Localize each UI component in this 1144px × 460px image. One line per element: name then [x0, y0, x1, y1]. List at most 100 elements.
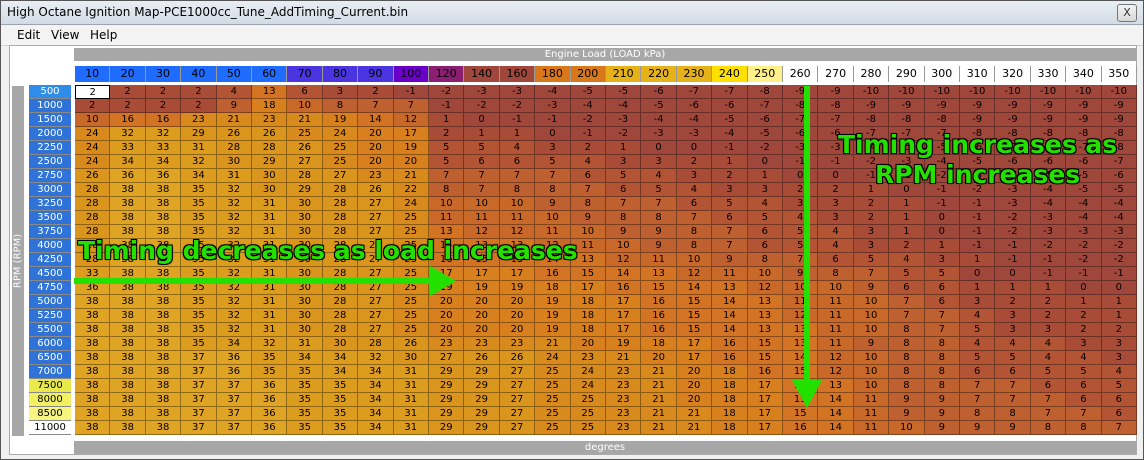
map-cell[interactable]: 34 — [181, 169, 217, 183]
map-cell[interactable]: 4 — [216, 85, 252, 99]
map-cell[interactable]: 6 — [1066, 379, 1102, 393]
map-cell[interactable]: 1 — [1101, 309, 1137, 323]
map-cell[interactable]: 18 — [712, 365, 748, 379]
map-cell[interactable]: 23 — [499, 337, 536, 351]
map-cell[interactable]: 2 — [75, 85, 111, 99]
map-cell[interactable]: 16 — [641, 323, 677, 337]
map-cell[interactable]: 9 — [960, 421, 996, 435]
map-cell[interactable]: 3 — [853, 225, 890, 239]
map-cell[interactable]: 1 — [606, 141, 642, 155]
map-cell[interactable]: 25 — [287, 127, 323, 141]
map-cell[interactable]: 9 — [535, 197, 571, 211]
map-cell[interactable]: 5 — [1030, 365, 1067, 379]
map-cell[interactable]: 17 — [747, 421, 783, 435]
map-cell[interactable]: 9 — [924, 393, 960, 407]
map-cell[interactable]: 26 — [252, 127, 288, 141]
map-cell[interactable]: -9 — [1101, 99, 1137, 113]
map-cell[interactable]: 34 — [322, 351, 359, 365]
map-cell[interactable]: 14 — [712, 323, 748, 337]
map-cell[interactable]: 3 — [818, 211, 854, 225]
map-cell[interactable]: 7 — [358, 99, 394, 113]
map-cell[interactable]: 32 — [181, 155, 217, 169]
map-cell[interactable]: 7 — [1030, 407, 1067, 421]
map-cell[interactable]: 3 — [535, 141, 571, 155]
map-cell[interactable]: 36 — [216, 351, 252, 365]
map-cell[interactable]: 23 — [570, 351, 606, 365]
map-cell[interactable]: 7 — [1030, 393, 1067, 407]
map-cell[interactable]: -10 — [1066, 85, 1102, 99]
map-cell[interactable]: 35 — [181, 267, 217, 281]
map-cell[interactable]: 9 — [995, 421, 1031, 435]
map-cell[interactable]: 5 — [889, 267, 925, 281]
map-cell[interactable]: 6 — [676, 197, 713, 211]
map-cell[interactable]: 12 — [818, 351, 854, 365]
map-cell[interactable]: 10 — [75, 113, 111, 127]
map-cell[interactable]: 25 — [535, 365, 571, 379]
map-cell[interactable]: 38 — [75, 365, 111, 379]
map-cell[interactable]: 7 — [712, 225, 748, 239]
map-cell[interactable]: 35 — [322, 379, 359, 393]
map-cell[interactable]: 17 — [676, 337, 713, 351]
map-cell[interactable]: 34 — [358, 421, 394, 435]
map-cell[interactable]: 9 — [216, 99, 252, 113]
map-cell[interactable]: 8 — [322, 99, 359, 113]
map-cell[interactable]: 32 — [216, 197, 252, 211]
map-cell[interactable]: 25 — [393, 323, 429, 337]
map-cell[interactable]: 1 — [889, 211, 925, 225]
map-cell[interactable]: 7 — [570, 183, 606, 197]
map-cell[interactable]: 27 — [499, 421, 536, 435]
map-cell[interactable]: 18 — [712, 393, 748, 407]
map-cell[interactable]: 36 — [252, 379, 288, 393]
map-cell[interactable]: 5 — [429, 141, 465, 155]
map-cell[interactable]: 23 — [606, 393, 642, 407]
map-cell[interactable]: -3 — [1030, 225, 1067, 239]
map-cell[interactable]: 36 — [110, 169, 146, 183]
map-cell[interactable]: -7 — [747, 99, 783, 113]
map-cell[interactable]: 33 — [75, 267, 111, 281]
map-cell[interactable]: -9 — [1030, 113, 1067, 127]
map-cell[interactable]: 7 — [606, 197, 642, 211]
map-cell[interactable]: 14 — [676, 281, 713, 295]
map-cell[interactable]: 7 — [960, 393, 996, 407]
map-cell[interactable]: 28 — [322, 323, 359, 337]
map-cell[interactable]: 32 — [216, 309, 252, 323]
map-cell[interactable]: -2 — [429, 85, 465, 99]
map-cell[interactable]: -3 — [499, 85, 536, 99]
map-cell[interactable]: 6 — [1101, 407, 1137, 421]
map-cell[interactable]: 34 — [358, 365, 394, 379]
map-cell[interactable]: 5 — [960, 323, 996, 337]
map-cell[interactable]: 17 — [570, 281, 606, 295]
map-cell[interactable]: 38 — [75, 421, 111, 435]
map-cell[interactable]: 24 — [75, 155, 111, 169]
map-cell[interactable]: 15 — [783, 379, 819, 393]
map-cell[interactable]: 10 — [853, 365, 890, 379]
map-cell[interactable]: 5 — [606, 169, 642, 183]
map-cell[interactable]: 18 — [712, 407, 748, 421]
map-cell[interactable]: 27 — [287, 155, 323, 169]
map-cell[interactable]: 23 — [358, 169, 394, 183]
map-cell[interactable]: 29 — [429, 407, 465, 421]
map-cell[interactable]: -4 — [1066, 211, 1102, 225]
map-cell[interactable]: 38 — [145, 295, 182, 309]
map-cell[interactable]: 30 — [287, 281, 323, 295]
map-cell[interactable]: 8 — [889, 337, 925, 351]
map-cell[interactable]: 31 — [393, 407, 429, 421]
map-cell[interactable]: 20 — [464, 309, 500, 323]
map-cell[interactable]: 25 — [393, 295, 429, 309]
map-cell[interactable]: 10 — [499, 197, 536, 211]
map-cell[interactable]: 29 — [429, 379, 465, 393]
map-cell[interactable]: 3 — [322, 85, 359, 99]
map-cell[interactable]: 19 — [429, 281, 465, 295]
map-cell[interactable]: 38 — [110, 421, 146, 435]
map-cell[interactable]: 4 — [1030, 351, 1067, 365]
map-cell[interactable]: -2 — [570, 113, 606, 127]
map-cell[interactable]: 26 — [287, 141, 323, 155]
map-cell[interactable]: 38 — [110, 211, 146, 225]
map-cell[interactable]: 7 — [889, 309, 925, 323]
map-cell[interactable]: 23 — [429, 337, 465, 351]
map-cell[interactable]: 35 — [287, 393, 323, 407]
map-cell[interactable]: 2 — [853, 197, 890, 211]
map-cell[interactable]: -9 — [783, 85, 819, 99]
map-cell[interactable]: 17 — [606, 323, 642, 337]
map-cell[interactable]: 21 — [606, 351, 642, 365]
